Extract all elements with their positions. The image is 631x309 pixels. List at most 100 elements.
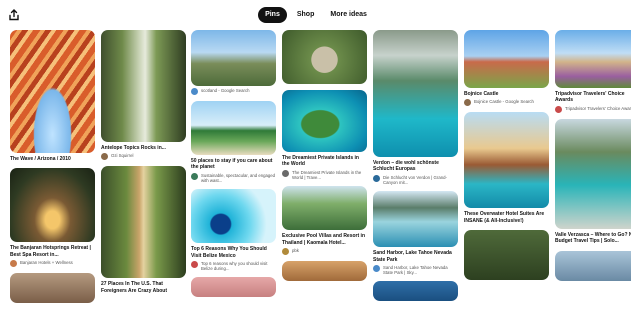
pin-column: Verdon – die wohl schönste Schlucht Euro…: [373, 30, 458, 307]
pin-source-row: Sustainable, spectacular, and engaged wi…: [191, 172, 276, 183]
pin-card[interactable]: Antelope Topics Rocks in... Ozi Squirrel: [101, 30, 186, 161]
pin-card[interactable]: Exclusive Pool Villas and Resort in Thai…: [282, 186, 367, 256]
pin-card[interactable]: The Banjaran Hotsprings Retreat | Best S…: [10, 168, 95, 268]
pin-source[interactable]: The Dreamiest Private Islands in the Wor…: [292, 170, 367, 180]
pin-card[interactable]: Tripadvisor Travelers' Choice Awards Trip…: [555, 30, 631, 113]
pin-image[interactable]: [191, 189, 276, 244]
pin-title[interactable]: Bojnice Castle: [464, 91, 549, 97]
pin-image[interactable]: [555, 30, 631, 88]
pin-source-row: Ozi Squirrel: [101, 153, 186, 161]
pin-source[interactable]: Tripadvisor Travelers' Choice Awards: [565, 106, 631, 111]
pin-image[interactable]: [10, 273, 95, 304]
pin-image[interactable]: [282, 30, 367, 84]
pin-card[interactable]: [373, 281, 458, 302]
tab-bar: Pins Shop More ideas: [0, 7, 631, 23]
pin-card[interactable]: [464, 230, 549, 281]
pin-image[interactable]: [282, 186, 367, 231]
pin-source[interactable]: Sand Harbor, Lake Tahoe Nevada State Par…: [383, 265, 458, 275]
avatar[interactable]: [464, 99, 471, 107]
tab-more-ideas[interactable]: More ideas: [324, 7, 373, 23]
pin-source-row: scotland - Google Search: [191, 88, 276, 95]
pin-card[interactable]: These Overwater Hotel Suites Are INSANE …: [464, 112, 549, 224]
pin-card[interactable]: The Wave / Arizona / 2010: [10, 30, 95, 162]
pin-card[interactable]: [191, 277, 276, 298]
pin-image[interactable]: [464, 230, 549, 281]
pin-image[interactable]: [373, 281, 458, 302]
pin-image[interactable]: [373, 191, 458, 248]
pin-card[interactable]: 27 Places In The U.S. That Foreigners Ar…: [101, 166, 186, 294]
pin-card[interactable]: scotland - Google Search: [191, 30, 276, 95]
avatar[interactable]: [373, 174, 380, 182]
pin-image[interactable]: [10, 30, 95, 153]
pin-source-row: Tripadvisor Travelers' Choice Awards: [555, 105, 631, 113]
pin-source[interactable]: Ozi Squirrel: [111, 153, 133, 158]
pin-title[interactable]: These Overwater Hotel Suites Are INSANE …: [464, 211, 549, 224]
avatar[interactable]: [555, 105, 562, 113]
pin-source[interactable]: scotland - Google Search: [201, 88, 250, 93]
tab-pins[interactable]: Pins: [258, 7, 287, 23]
pin-card[interactable]: 50 places to stay if you care about the …: [191, 101, 276, 183]
avatar[interactable]: [191, 88, 198, 95]
pin-source[interactable]: Sustainable, spectacular, and engaged wi…: [201, 173, 276, 183]
pin-source-row: Banjaran Hotels + Wellness: [10, 260, 95, 268]
pin-card[interactable]: Top 6 Reasons Why You Should Visit Beliz…: [191, 189, 276, 271]
pin-title[interactable]: Valle Verzasca – Where to Go? Now Budget…: [555, 232, 631, 245]
pin-image[interactable]: [282, 261, 367, 282]
avatar[interactable]: [282, 248, 289, 256]
pin-image[interactable]: [191, 30, 276, 86]
pin-column: Bojnice Castle Bojnice Castle - Google Se…: [464, 30, 549, 286]
pin-column: Tripadvisor Travelers' Choice Awards Trip…: [555, 30, 631, 287]
pin-grid: The Wave / Arizona / 2010 The Banjaran Ho…: [10, 30, 631, 309]
pin-title[interactable]: Antelope Topics Rocks in...: [101, 145, 186, 151]
avatar[interactable]: [191, 172, 198, 180]
pin-title[interactable]: Verdon – die wohl schönste Schlucht Euro…: [373, 160, 458, 173]
pin-image[interactable]: [555, 250, 631, 281]
pin-image[interactable]: [373, 30, 458, 157]
pin-source[interactable]: Banjaran Hotels + Wellness: [20, 260, 73, 265]
pin-source-row: Top 6 reasons why you should visit Beliz…: [191, 261, 276, 271]
pin-card[interactable]: [10, 273, 95, 304]
pin-image[interactable]: [464, 112, 549, 209]
pin-source[interactable]: Bojnice Castle - Google Search: [474, 99, 534, 104]
pin-card[interactable]: Verdon – die wohl schönste Schlucht Euro…: [373, 30, 458, 185]
pin-source[interactable]: Die Schlucht von Verdon | Grand-Canyon m…: [383, 175, 458, 185]
top-bar: Pins Shop More ideas: [0, 0, 631, 30]
avatar[interactable]: [10, 260, 17, 268]
pin-card[interactable]: [282, 30, 367, 84]
avatar[interactable]: [282, 169, 289, 177]
pin-source-row: Sand Harbor, Lake Tahoe Nevada State Par…: [373, 265, 458, 275]
pin-card[interactable]: Valle Verzasca – Where to Go? Now Budget…: [555, 118, 631, 245]
pin-image[interactable]: [555, 118, 631, 229]
pin-card[interactable]: Sand Harbor, Lake Tahoe Nevada State Par…: [373, 191, 458, 275]
pin-title[interactable]: 50 places to stay if you care about the …: [191, 158, 276, 171]
avatar[interactable]: [191, 261, 198, 269]
pin-image[interactable]: [10, 168, 95, 243]
pin-title[interactable]: The Dreamiest Private Islands in the Wor…: [282, 155, 367, 168]
pin-image[interactable]: [191, 277, 276, 298]
pin-title[interactable]: Sand Harbor, Lake Tahoe Nevada State Par…: [373, 250, 458, 263]
pin-image[interactable]: [464, 30, 549, 88]
pin-image[interactable]: [101, 166, 186, 279]
pin-title[interactable]: The Wave / Arizona / 2010: [10, 156, 95, 162]
pin-image[interactable]: [191, 101, 276, 155]
pin-title[interactable]: Tripadvisor Travelers' Choice Awards: [555, 91, 631, 104]
pin-card[interactable]: The Dreamiest Private Islands in the Wor…: [282, 90, 367, 180]
pin-title[interactable]: Exclusive Pool Villas and Resort in Thai…: [282, 233, 367, 246]
pin-column: Antelope Topics Rocks in... Ozi Squirrel 2…: [101, 30, 186, 300]
pin-source-row: Die Schlucht von Verdon | Grand-Canyon m…: [373, 174, 458, 185]
pin-image[interactable]: [282, 90, 367, 152]
pin-source-row: Bojnice Castle - Google Search: [464, 99, 549, 107]
pin-card[interactable]: [282, 261, 367, 282]
pin-title[interactable]: Top 6 Reasons Why You Should Visit Beliz…: [191, 246, 276, 259]
tab-shop[interactable]: Shop: [291, 7, 321, 23]
pin-source[interactable]: pbk: [292, 248, 299, 253]
pin-card[interactable]: Bojnice Castle Bojnice Castle - Google Se…: [464, 30, 549, 107]
avatar[interactable]: [101, 153, 108, 161]
pin-source[interactable]: Top 6 reasons why you should visit Beliz…: [201, 261, 276, 271]
pin-title[interactable]: 27 Places In The U.S. That Foreigners Ar…: [101, 281, 186, 294]
pin-column: The Dreamiest Private Islands in the Wor…: [282, 30, 367, 287]
pin-image[interactable]: [101, 30, 186, 142]
pin-card[interactable]: [555, 250, 631, 281]
avatar[interactable]: [373, 265, 380, 273]
pin-title[interactable]: The Banjaran Hotsprings Retreat | Best S…: [10, 245, 95, 258]
